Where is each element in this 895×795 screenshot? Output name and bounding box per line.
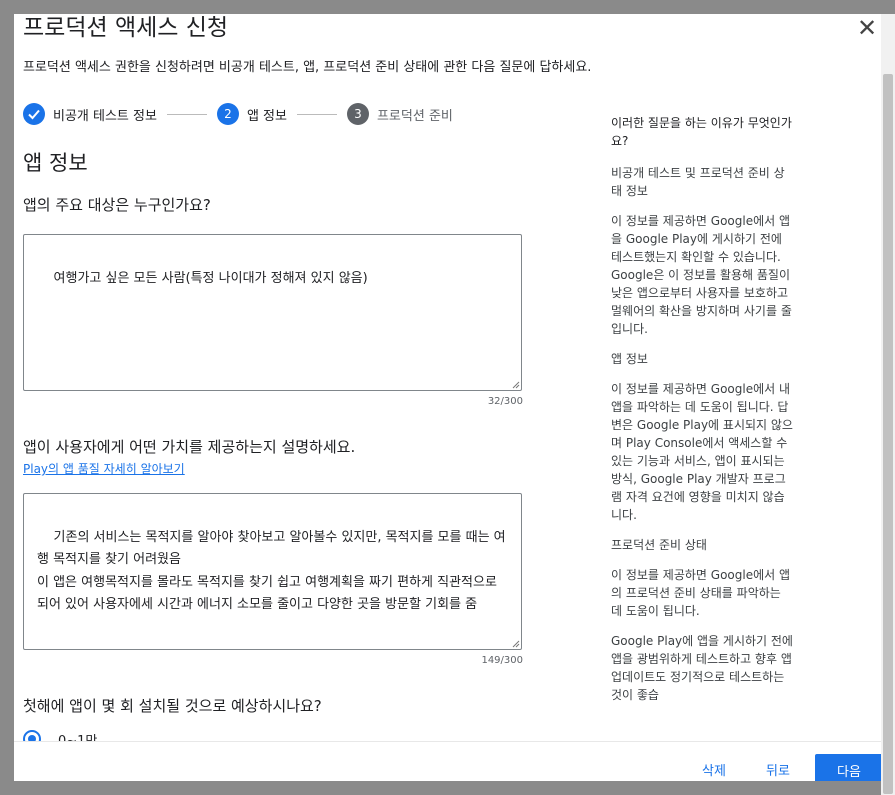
step-connector [166, 113, 207, 115]
close-icon: ✕ [856, 14, 878, 42]
learn-more-link[interactable]: Play의 앱 품질 자세히 알아보기 [23, 460, 185, 477]
step-connector [296, 113, 337, 115]
stepper: 비공개 테스트 정보 2 앱 정보 3 프로덕션 준비 [23, 102, 453, 126]
app-value-text: 기존의 서비스는 목적지를 알아야 찾아보고 알아볼수 있지만, 목적지를 모를… [37, 529, 506, 613]
window-scrollbar-thumb[interactable] [883, 74, 893, 794]
target-audience-textarea[interactable]: 여행가고 싶은 모든 사람(특정 나이대가 정해져 있지 않음) [23, 234, 522, 391]
help-section-body: 이 정보를 제공하면 Google에서 앱의 프로덕션 준비 상태를 파악하는 … [611, 568, 791, 618]
help-section-body: Google Play에 앱을 게시하기 전에 앱을 광범위하게 테스트하고 향… [611, 634, 793, 702]
char-counter: 32/300 [487, 396, 523, 407]
dialog-footer [14, 741, 881, 781]
check-icon [28, 109, 40, 120]
help-section-title: 비공개 테스트 및 프로덕션 준비 상태 정보 [611, 166, 785, 198]
help-section-title: 프로덕션 준비 상태 [611, 538, 707, 552]
installs-question: 첫해에 앱이 몇 회 설치될 것으로 예상하시나요? [23, 697, 322, 715]
help-section-body: 이 정보를 제공하면 Google에서 앱을 Google Play에 게시하기… [611, 214, 792, 336]
char-counter: 149/300 [481, 655, 523, 666]
target-audience-question: 앱의 주요 대상은 누구인가요? [23, 196, 211, 214]
target-audience-value: 여행가고 싶은 모든 사람(특정 나이대가 정해져 있지 않음) [53, 270, 368, 286]
section-title: 앱 정보 [23, 151, 88, 175]
step-3-circle[interactable]: 3 [346, 103, 369, 125]
app-value-question: 앱이 사용자에게 어떤 가치를 제공하는지 설명하세요. [23, 438, 356, 456]
resize-grip-icon[interactable] [512, 640, 520, 648]
app-value-textarea[interactable]: 기존의 서비스는 목적지를 알아야 찾아보고 알아볼수 있지만, 목적지를 모를… [23, 493, 522, 650]
help-section-title: 앱 정보 [611, 352, 648, 366]
dialog-description: 프로덕션 액세스 권한을 신청하려면 비공개 테스트, 앱, 프로덕션 준비 상… [23, 60, 592, 75]
delete-button[interactable]: 삭제 [702, 760, 726, 779]
help-heading: 이러한 질문을 하는 이유가 무엇인가요? [611, 116, 792, 148]
back-button[interactable]: 뒤로 [766, 760, 790, 779]
next-button[interactable]: 다음 [815, 754, 881, 781]
close-button[interactable]: ✕ [852, 14, 881, 42]
dialog-title: 프로덕션 액세스 신청 [23, 15, 229, 41]
resize-grip-icon[interactable] [512, 381, 520, 389]
step-3-label[interactable]: 프로덕션 준비 [377, 105, 453, 124]
help-sidebar: 이러한 질문을 하는 이유가 무엇인가요? 비공개 테스트 및 프로덕션 준비 … [611, 114, 793, 716]
help-section-body: 이 정보를 제공하면 Google에서 내 앱을 파악하는 데 도움이 됩니다.… [611, 382, 793, 522]
step-1-circle[interactable] [23, 103, 45, 125]
step-2-circle[interactable]: 2 [216, 103, 239, 125]
request-production-access-dialog: 프로덕션 액세스 신청 ✕ 프로덕션 액세스 권한을 신청하려면 비공개 테스트… [14, 14, 881, 781]
step-1-label[interactable]: 비공개 테스트 정보 [53, 105, 157, 124]
step-2-label[interactable]: 앱 정보 [247, 105, 287, 124]
